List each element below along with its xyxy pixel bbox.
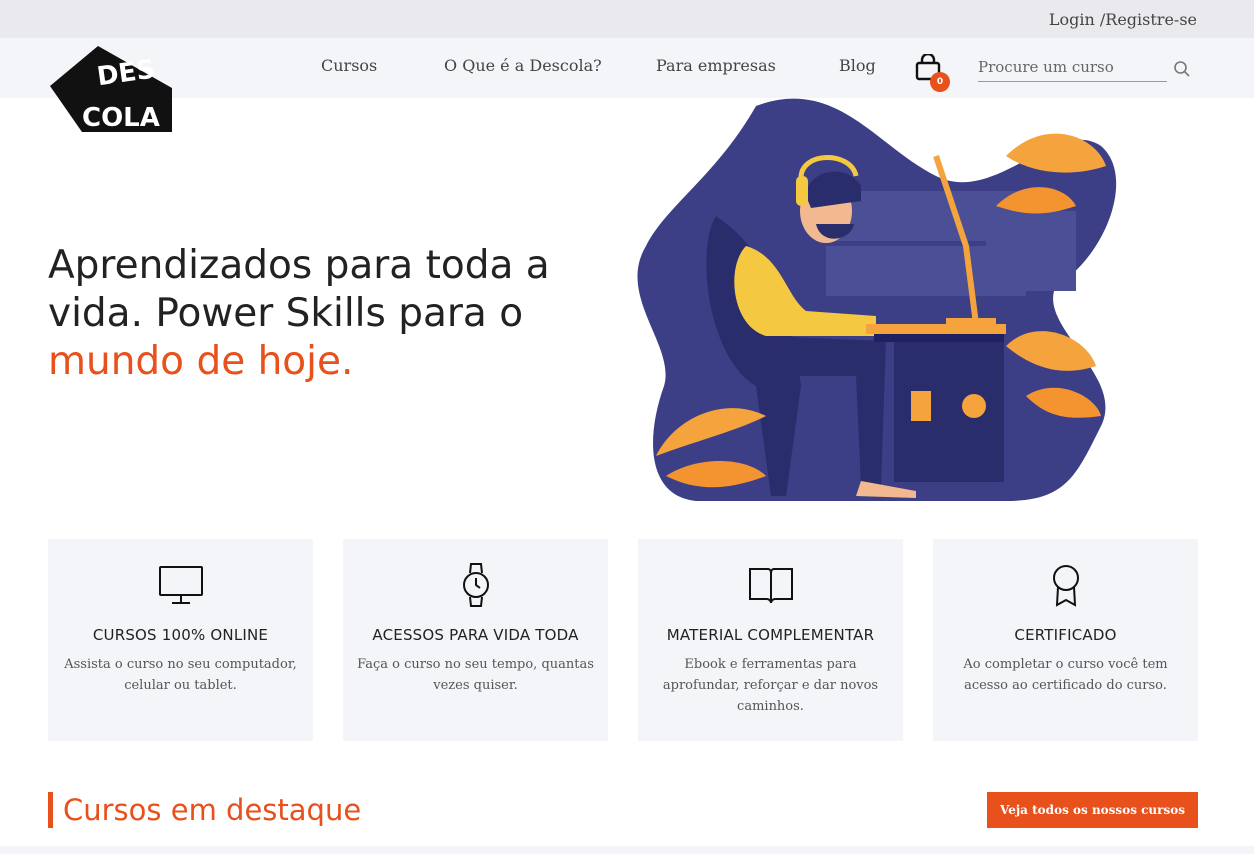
feature-title: ACESSOS PARA VIDA TODA <box>372 626 579 644</box>
feature-text: Ebook e ferramentas para aprofundar, ref… <box>662 657 879 714</box>
search-icon[interactable] <box>1173 60 1191 78</box>
nav-para-empresas[interactable]: Para empresas <box>656 56 776 75</box>
cart-count-badge: 0 <box>930 72 950 92</box>
hero-title-accent: mundo de hoje. <box>48 339 354 384</box>
bottom-strip <box>0 846 1254 854</box>
hero-illustration <box>637 98 1117 501</box>
feature-text: Ao completar o curso você tem acesso ao … <box>963 657 1168 693</box>
featured-courses-title: Cursos em destaque <box>48 792 361 828</box>
nav-blog[interactable]: Blog <box>839 56 876 75</box>
watch-icon <box>462 563 489 607</box>
feature-card-certificate: CERTIFICADO Ao completar o curso você te… <box>933 539 1198 741</box>
feature-text: Faça o curso no seu tempo, quantas vezes… <box>357 657 594 693</box>
cart-button[interactable]: 0 <box>914 54 950 92</box>
feature-title: MATERIAL COMPLEMENTAR <box>666 626 875 644</box>
monitor-icon <box>158 566 203 604</box>
hero-title: Aprendizados para toda a vida. Power Ski… <box>48 242 608 386</box>
feature-card-lifetime-access: ACESSOS PARA VIDA TODA Faça o curso no s… <box>343 539 608 741</box>
hero-title-line1: Aprendizados para toda a <box>48 243 550 288</box>
hero-title-line2: vida. Power Skills para o <box>48 291 524 336</box>
feature-title: CERTIFICADO <box>1014 626 1117 644</box>
logo-text-bottom: COLA <box>82 103 160 133</box>
feature-card-complementary-material: MATERIAL COMPLEMENTAR Ebook e ferramenta… <box>638 539 903 741</box>
search-input[interactable] <box>978 52 1167 82</box>
feature-title: CURSOS 100% ONLINE <box>92 626 269 644</box>
book-icon <box>748 568 793 604</box>
descola-logo[interactable]: DES COLA <box>48 42 174 134</box>
top-bar: Login /Registre-se <box>0 0 1254 38</box>
feature-text: Assista o curso no seu computador, celul… <box>64 657 297 693</box>
nav-o-que-e-descola[interactable]: O Que é a Descola? <box>444 56 602 75</box>
nav-cursos[interactable]: Cursos <box>321 56 377 75</box>
feature-card-online: CURSOS 100% ONLINE Assista o curso no se… <box>48 539 313 741</box>
login-register-link[interactable]: Login /Registre-se <box>1049 10 1197 29</box>
see-all-courses-button[interactable]: Veja todos os nossos cursos <box>987 792 1198 828</box>
award-icon <box>1052 565 1079 607</box>
